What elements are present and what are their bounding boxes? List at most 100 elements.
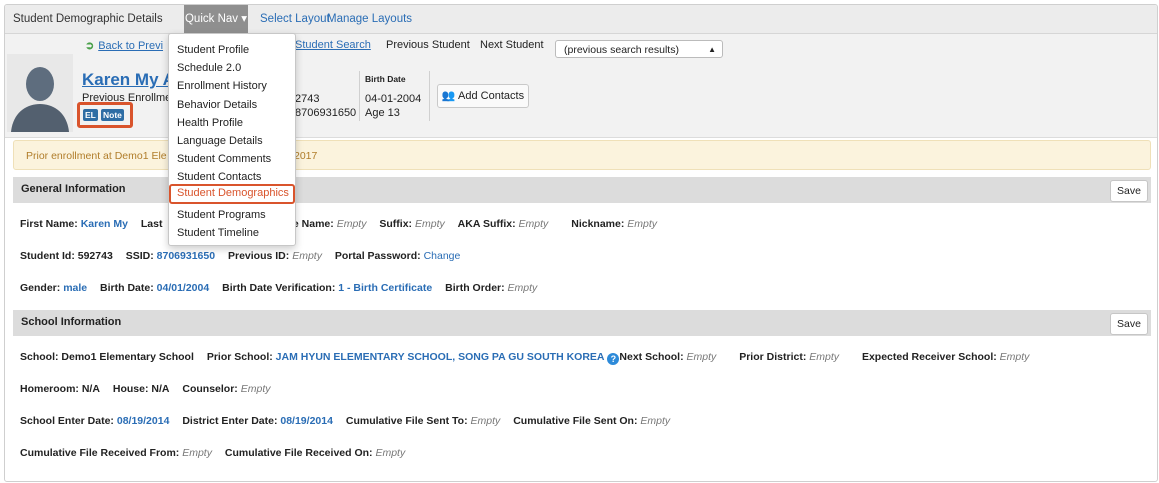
back-arrow-icon: ➲ xyxy=(85,40,95,52)
name-row-cont: le Name: Empty Suffix: Empty AKA Suffix:… xyxy=(290,218,657,230)
suffix-value[interactable]: Empty xyxy=(415,218,445,230)
student-id-label: Student Id: xyxy=(20,250,75,262)
school-row: School: Demo1 Elementary School Prior Sc… xyxy=(20,351,1029,365)
menu-item-schedule[interactable]: Schedule 2.0 xyxy=(177,62,241,74)
gender-value[interactable]: male xyxy=(63,282,87,294)
birth-date-field[interactable]: 04/01/2004 xyxy=(157,282,210,294)
birth-date-value: 04-01-2004 xyxy=(365,93,422,105)
birth-date-verification-label: Birth Date Verification: xyxy=(222,282,336,294)
cum-file-received-from-value[interactable]: Empty xyxy=(182,447,212,459)
previous-id-label: Previous ID: xyxy=(227,250,290,262)
menu-item-language-details[interactable]: Language Details xyxy=(177,135,263,147)
prior-district-label: Prior District: xyxy=(739,351,807,363)
el-badge[interactable]: EL xyxy=(83,109,98,121)
school-label: School: xyxy=(20,351,59,363)
quick-nav-menu: Student Profile Schedule 2.0 Enrollment … xyxy=(168,33,296,246)
menu-item-student-comments[interactable]: Student Comments xyxy=(177,153,271,165)
house-label: House: xyxy=(112,383,149,395)
next-student-button[interactable]: Next Student xyxy=(480,39,544,51)
prior-district-value[interactable]: Empty xyxy=(809,351,839,363)
school-info-title: School Information xyxy=(21,316,122,328)
student-photo-avatar xyxy=(7,54,73,132)
middle-name-value[interactable]: Empty xyxy=(337,218,367,230)
menu-item-student-programs[interactable]: Student Programs xyxy=(177,209,266,221)
student-name-link[interactable]: Karen My A xyxy=(82,70,175,90)
house-value: N/A xyxy=(151,383,170,395)
back-link-row: ➲ Back to Previ xyxy=(85,39,163,52)
menu-item-student-timeline[interactable]: Student Timeline xyxy=(177,227,259,239)
aka-suffix-value[interactable]: Empty xyxy=(519,218,549,230)
nav-title: Student Demographic Details xyxy=(13,13,163,25)
add-contacts-label: Add Contacts xyxy=(458,90,525,102)
birth-date-verification-value[interactable]: 1 - Birth Certificate xyxy=(338,282,432,294)
birth-order-value[interactable]: Empty xyxy=(508,282,538,294)
previous-student-button[interactable]: Previous Student xyxy=(386,39,470,51)
menu-item-student-contacts[interactable]: Student Contacts xyxy=(177,171,261,183)
id-row: Student Id: 592743 SSID: 8706931650 Prev… xyxy=(20,250,460,262)
people-icon: 👥 xyxy=(441,90,456,102)
school-value: Demo1 Elementary School xyxy=(61,351,194,363)
nickname-value[interactable]: Empty xyxy=(627,218,657,230)
school-info-header: School Information Save xyxy=(13,310,1151,336)
expected-receiver-label: Expected Receiver School: xyxy=(861,351,997,363)
student-id-value: 592743 xyxy=(77,250,113,262)
prior-school-value[interactable]: JAM HYUN ELEMENTARY SCHOOL, SONG PA GU S… xyxy=(276,351,605,363)
cum-file-received-on-label: Cumulative File Received On: xyxy=(224,447,373,459)
name-row: First Name: Karen My Last xyxy=(20,218,162,230)
district-enter-date-value[interactable]: 08/19/2014 xyxy=(280,415,333,427)
cum-file-sent-to-value[interactable]: Empty xyxy=(471,415,501,427)
cum-file-sent-to-label: Cumulative File Sent To: xyxy=(345,415,468,427)
middle-name-label: le Name: xyxy=(290,218,334,230)
counselor-label: Counselor: xyxy=(182,383,238,395)
search-results-select[interactable]: (previous search results) ▲ xyxy=(555,40,723,58)
divider xyxy=(359,71,360,121)
birth-date-header: Birth Date xyxy=(365,74,406,84)
menu-item-student-demographics[interactable]: Student Demographics xyxy=(169,184,295,204)
menu-item-behavior-details[interactable]: Behavior Details xyxy=(177,99,257,111)
menu-item-student-demographics-label: Student Demographics xyxy=(177,187,289,199)
first-name-value[interactable]: Karen My xyxy=(81,218,128,230)
previous-id-value[interactable]: Empty xyxy=(292,250,322,262)
district-enter-date-label: District Enter Date: xyxy=(182,415,278,427)
cum-file-sent-on-value[interactable]: Empty xyxy=(640,415,670,427)
school-enter-date-value[interactable]: 08/19/2014 xyxy=(117,415,170,427)
last-name-label: Last xyxy=(140,218,163,230)
school-enter-date-label: School Enter Date: xyxy=(20,415,114,427)
received-row: Cumulative File Received From: Empty Cum… xyxy=(20,447,405,459)
birth-order-label: Birth Order: xyxy=(445,282,505,294)
portal-password-label: Portal Password: xyxy=(334,250,421,262)
next-school-value[interactable]: Empty xyxy=(687,351,717,363)
next-school-label: Next School: xyxy=(619,351,684,363)
help-icon[interactable]: ? xyxy=(607,353,620,365)
homeroom-label: Homeroom: xyxy=(20,383,79,395)
menu-item-health-profile[interactable]: Health Profile xyxy=(177,117,243,129)
manage-layouts-link[interactable]: Manage Layouts xyxy=(327,5,412,33)
general-info-title: General Information xyxy=(21,183,126,195)
menu-item-student-profile[interactable]: Student Profile xyxy=(177,44,249,56)
ssid-partial: 8706931650 xyxy=(295,107,357,119)
student-id-partial: 2743 xyxy=(295,93,320,105)
ssid-value[interactable]: 8706931650 xyxy=(157,250,215,262)
general-save-button[interactable]: Save xyxy=(1110,180,1148,202)
school-save-button[interactable]: Save xyxy=(1110,313,1148,335)
select-layout-link[interactable]: Select Layout xyxy=(260,5,330,33)
enter-date-row: School Enter Date: 08/19/2014 District E… xyxy=(20,415,670,427)
cum-file-received-on-value[interactable]: Empty xyxy=(375,447,405,459)
quick-nav-button[interactable]: Quick Nav ▾ xyxy=(184,5,248,33)
add-contacts-button[interactable]: 👥 Add Contacts xyxy=(437,84,529,108)
student-search-link[interactable]: Student Search xyxy=(295,39,371,51)
suffix-label: Suffix: xyxy=(379,218,413,230)
homeroom-row: Homeroom: N/A House: N/A Counselor: Empt… xyxy=(20,383,271,395)
search-results-select-value: (previous search results) xyxy=(564,44,679,56)
nickname-label: Nickname: xyxy=(571,218,625,230)
back-to-search-link[interactable]: Back to Previ xyxy=(98,40,163,52)
age-value: Age 13 xyxy=(365,107,400,119)
menu-item-enrollment-history[interactable]: Enrollment History xyxy=(177,80,267,92)
counselor-value[interactable]: Empty xyxy=(241,383,271,395)
gender-label: Gender: xyxy=(20,282,61,294)
homeroom-value: N/A xyxy=(81,383,100,395)
portal-password-change-link[interactable]: Change xyxy=(424,250,461,262)
expected-receiver-value[interactable]: Empty xyxy=(1000,351,1030,363)
note-badge[interactable]: Note xyxy=(101,109,124,121)
alert-text-right: 2017 xyxy=(294,150,318,162)
